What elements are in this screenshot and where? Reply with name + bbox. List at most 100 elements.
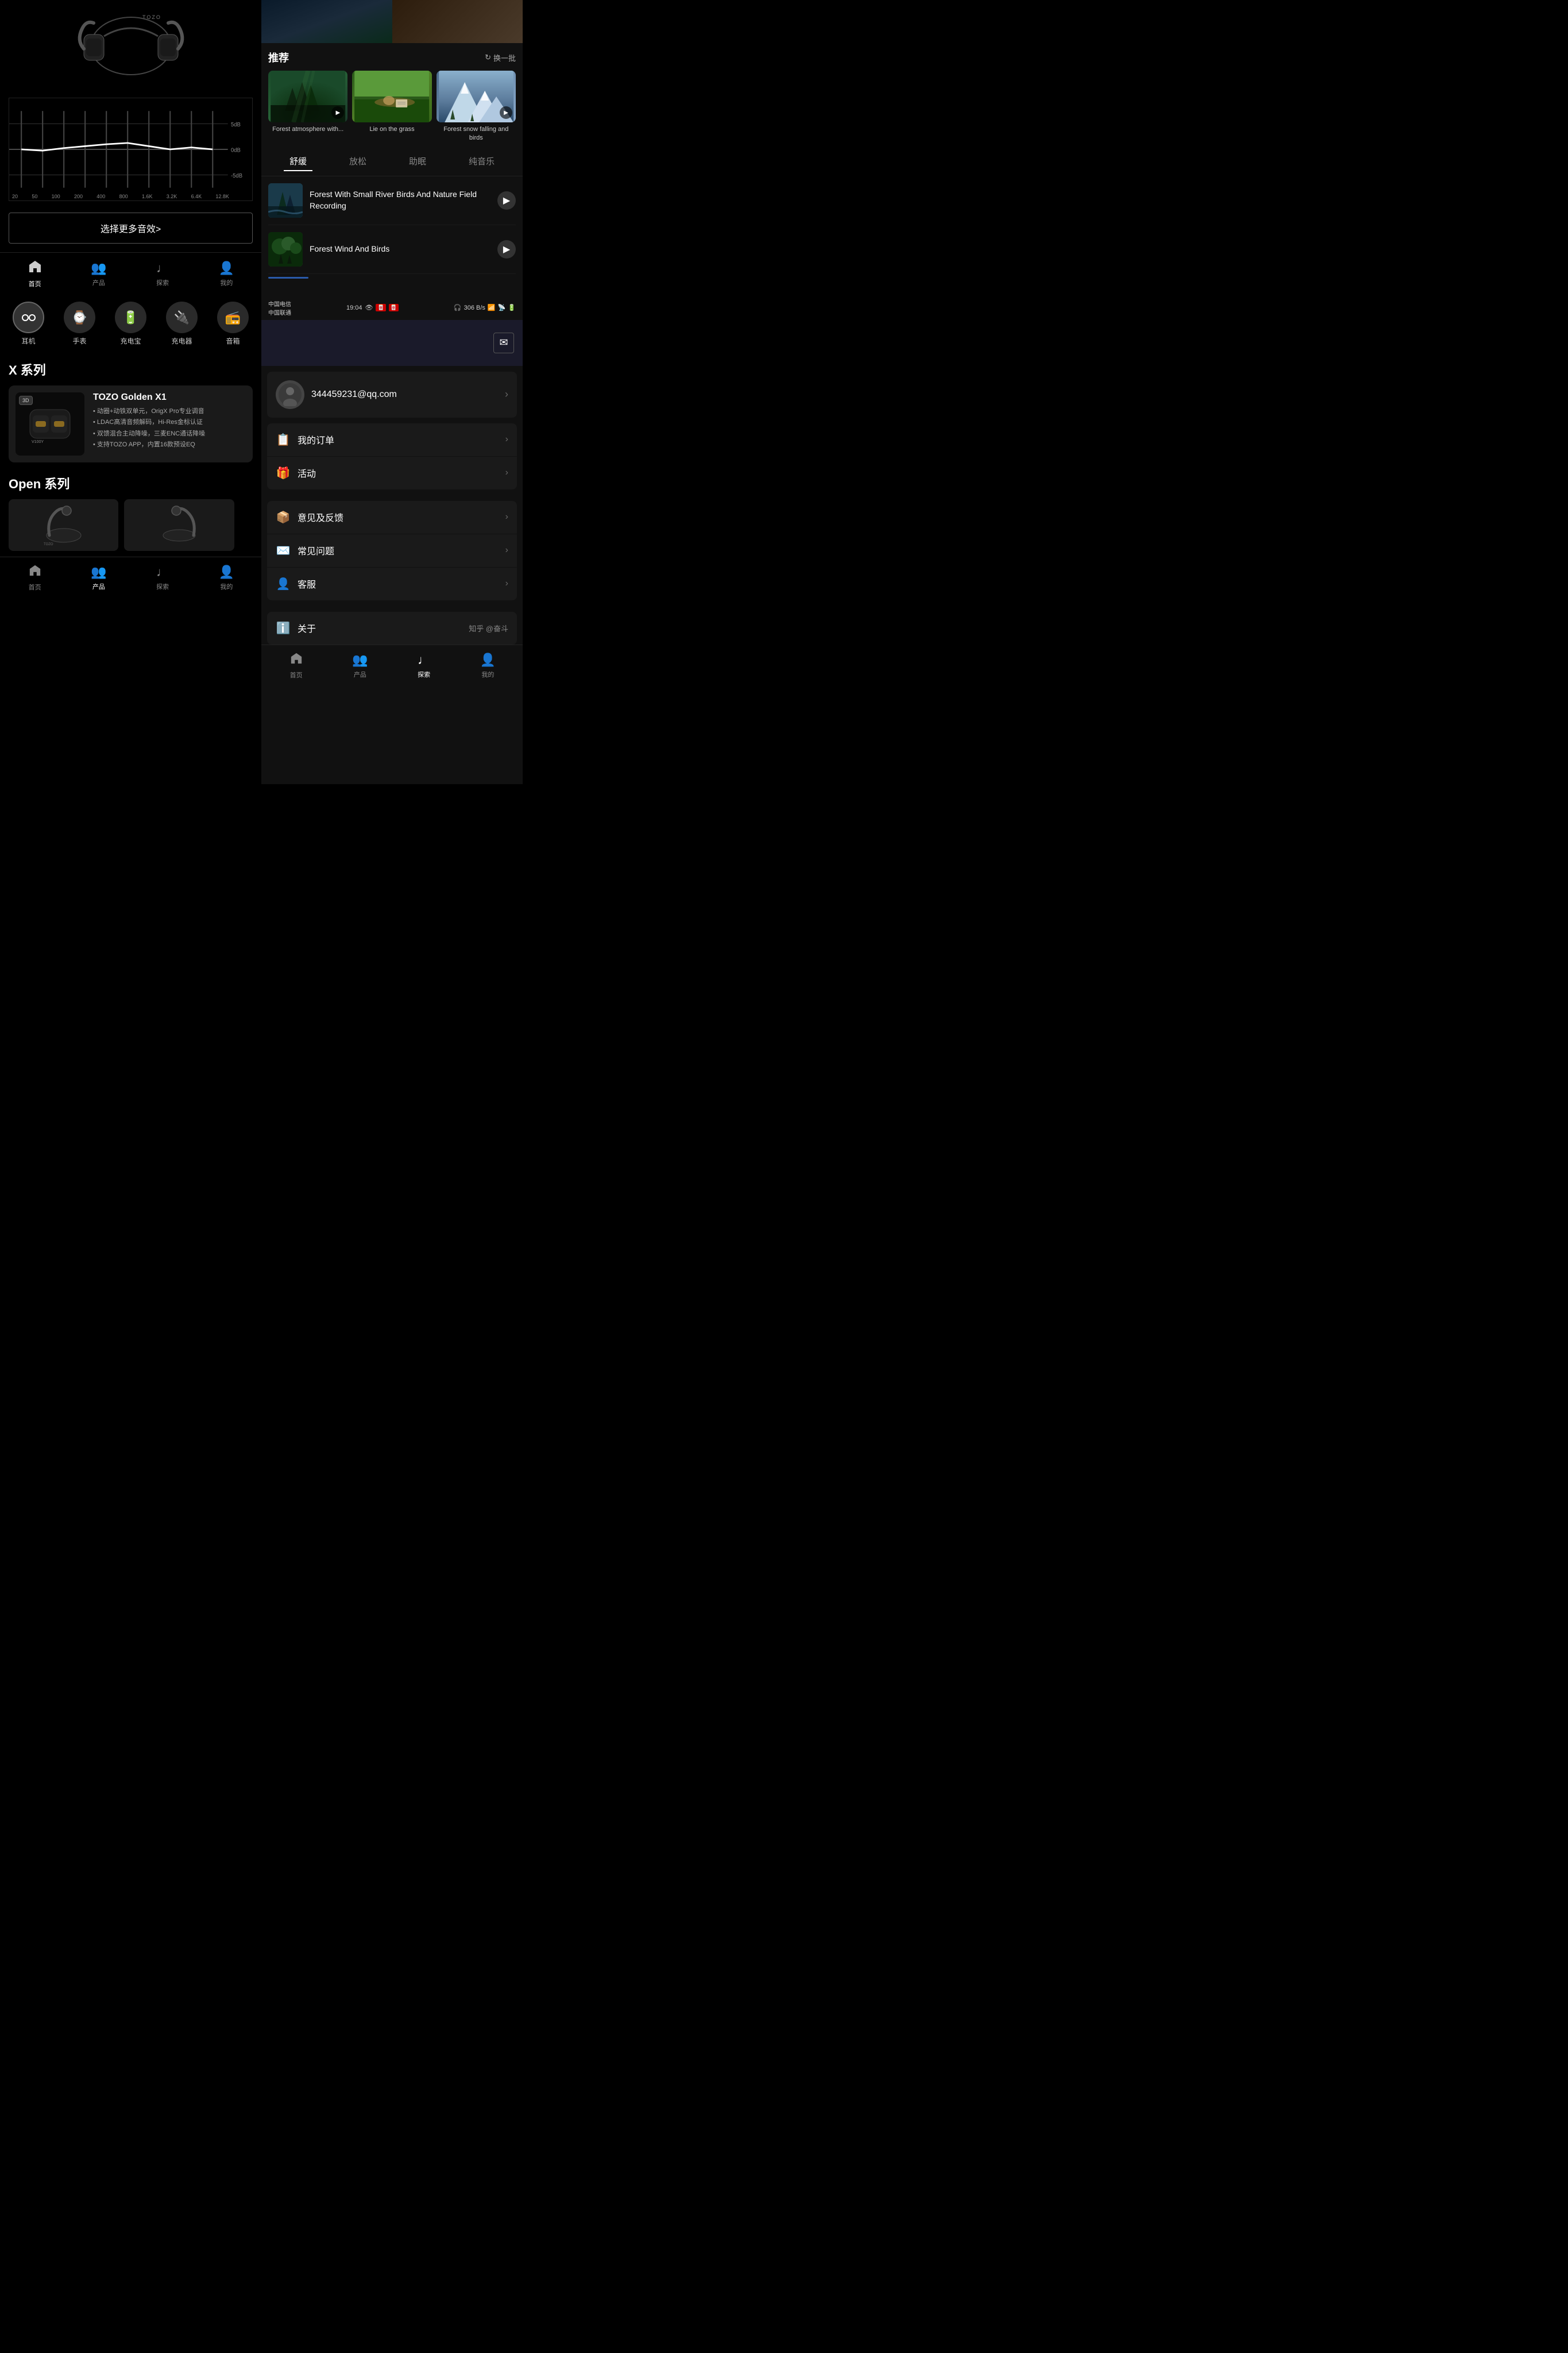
refresh-icon: ↻	[485, 53, 491, 62]
track-play-btn-1[interactable]: ▶	[497, 240, 516, 259]
rec-card-snow-label: Forest snow falling and birds	[437, 125, 516, 143]
cat-charger[interactable]: 🔌 充电器	[166, 302, 198, 346]
open-product-2[interactable]	[124, 499, 234, 551]
right-nav-products-label: 产品	[354, 670, 366, 679]
right-nav-explore-label: 探索	[418, 670, 430, 679]
right-nav-home[interactable]: 首页	[264, 652, 328, 680]
cat-earphone-label: 耳机	[21, 336, 35, 346]
right-bottom-nav: 首页 👥 产品 ♩ 探索 👤 我的	[261, 645, 523, 684]
rec-card-forest[interactable]: ▶ Forest atmosphere with...	[268, 71, 347, 143]
menu-support[interactable]: 👤 客服 ›	[267, 568, 517, 600]
cat-powerbank-icon: 🔋	[115, 302, 146, 333]
grass-img	[352, 71, 431, 122]
battery-icon: 🔋	[508, 304, 516, 311]
right-nav-my-label: 我的	[481, 670, 494, 679]
orders-label: 我的订单	[298, 433, 505, 446]
wifi-icon: 📶	[488, 304, 496, 311]
open-product-1[interactable]: TOZO	[9, 499, 118, 551]
status-badge-2: 🀄	[389, 304, 399, 311]
track-item-0[interactable]: Forest With Small River Birds And Nature…	[268, 176, 516, 225]
svg-text:5dB: 5dB	[231, 122, 241, 128]
cat-earphone-icon	[13, 302, 44, 333]
rec-card-snow[interactable]: ▶ Forest snow falling and birds	[437, 71, 516, 143]
freq-3k2: 3.2K	[167, 194, 177, 199]
profile-row[interactable]: 344459231@qq.com ›	[267, 372, 517, 418]
my-header: ✉	[261, 320, 523, 366]
track-thumb-0	[268, 183, 303, 218]
right-nav-home-label: 首页	[290, 670, 303, 680]
category-icons: 耳机 ⌚ 手表 🔋 充电宝 🔌 充电器 📻 音箱	[0, 293, 261, 354]
cat-powerbank-label: 充电宝	[120, 336, 141, 346]
left-bottom-nav-eq: 首页 👥 产品 ♩ 探索 👤 我的	[0, 252, 261, 293]
nav-explore-prod-label: 探索	[156, 582, 169, 591]
cat-watch[interactable]: ⌚ 手表	[64, 302, 95, 346]
freq-200: 200	[74, 194, 83, 199]
tab-relax[interactable]: 放松	[343, 152, 372, 171]
carrier1: 中国电信	[268, 299, 291, 308]
menu-orders[interactable]: 📋 我的订单 ›	[267, 423, 517, 457]
nav-home-prod[interactable]: 首页	[3, 564, 67, 592]
cat-charger-icon: 🔌	[166, 302, 198, 333]
right-explore-icon: ♩	[418, 653, 430, 668]
track-item-1[interactable]: Forest Wind And Birds ▶	[268, 225, 516, 274]
home-icon	[28, 260, 42, 277]
menu-gap	[261, 495, 523, 501]
nav-products-prod[interactable]: 👥 产品	[67, 565, 130, 591]
cat-speaker[interactable]: 📻 音箱	[217, 302, 249, 346]
track-play-btn-0[interactable]: ▶	[497, 191, 516, 210]
mail-button[interactable]: ✉	[493, 333, 514, 353]
cat-speaker-label: 音箱	[226, 336, 240, 346]
nav-products[interactable]: 👥 产品	[67, 261, 130, 287]
tab-sleep[interactable]: 助眠	[403, 152, 432, 171]
user-avatar	[276, 380, 304, 409]
left-panel: TOZO	[0, 0, 261, 784]
headphone-area: TOZO	[0, 0, 261, 92]
headphone-status-icon: 🎧	[454, 304, 462, 311]
explore-icon: ♩	[156, 261, 169, 276]
products-icon-prod: 👥	[91, 565, 106, 580]
recommend-refresh-btn[interactable]: ↻ 换一批	[485, 52, 516, 63]
rec-card-grass[interactable]: Lie on the grass	[352, 71, 431, 143]
right-nav-explore[interactable]: ♩ 探索	[392, 653, 456, 679]
about-row[interactable]: ℹ️ 关于 知乎 @奋斗	[267, 612, 517, 645]
nav-my-prod[interactable]: 👤 我的	[195, 565, 258, 591]
tab-pure-music[interactable]: 纯音乐	[463, 152, 500, 171]
rec-card-img-grass	[352, 71, 431, 122]
more-eq-button[interactable]: 选择更多音效>	[9, 213, 253, 244]
products-icon: 👥	[91, 261, 106, 276]
product-card-golden-x1[interactable]: 3D V100Y TOZO Golden X1 动圈+动铁双单元，Orig	[9, 385, 253, 462]
feedback-chevron: ›	[505, 512, 508, 522]
support-label: 客服	[298, 577, 505, 591]
track-info-0: Forest With Small River Birds And Nature…	[310, 189, 491, 211]
menu-feedback[interactable]: 📦 意见及反馈 ›	[267, 501, 517, 534]
activities-label: 活动	[298, 466, 505, 480]
menu-faq[interactable]: ✉️ 常见问题 ›	[267, 534, 517, 568]
tab-soothe[interactable]: 舒缓	[284, 152, 312, 171]
about-label: 关于	[298, 621, 469, 635]
freq-1k6: 1.6K	[142, 194, 153, 199]
nav-explore-label: 探索	[156, 278, 169, 287]
rec-card-forest-label: Forest atmosphere with...	[268, 125, 347, 134]
nav-my[interactable]: 👤 我的	[195, 261, 258, 287]
nav-explore[interactable]: ♩ 探索	[131, 261, 195, 287]
cat-powerbank[interactable]: 🔋 充电宝	[115, 302, 146, 346]
cat-earphone[interactable]: 耳机	[13, 302, 44, 346]
snow-play-btn[interactable]: ▶	[500, 106, 512, 119]
about-right-text: 知乎 @奋斗	[469, 623, 508, 634]
speed-indicator: 306 B/s	[464, 304, 485, 311]
menu-activities[interactable]: 🎁 活动 ›	[267, 457, 517, 489]
badge-3d: 3D	[19, 396, 33, 405]
right-nav-products[interactable]: 👥 产品	[328, 653, 392, 679]
right-nav-my[interactable]: 👤 我的	[456, 653, 520, 679]
menu-group-2: 📦 意见及反馈 › ✉️ 常见问题 › 👤 客服 ›	[267, 501, 517, 600]
nav-explore-prod[interactable]: ♩ 探索	[131, 565, 195, 591]
cat-charger-label: 充电器	[171, 336, 192, 346]
open-products-list: TOZO	[9, 499, 253, 551]
recommend-header: 推荐 ↻ 换一批	[268, 50, 516, 65]
freq-400: 400	[96, 194, 105, 199]
product-feature-2: 双馈混合主动降噪，三麦ENC通话降噪	[93, 430, 246, 438]
status-time: 19:04	[346, 304, 362, 311]
eq-visualizer: 5dB 0dB -5dB	[9, 98, 252, 200]
track-title-1: Forest Wind And Birds	[310, 244, 491, 255]
nav-home[interactable]: 首页	[3, 260, 67, 288]
